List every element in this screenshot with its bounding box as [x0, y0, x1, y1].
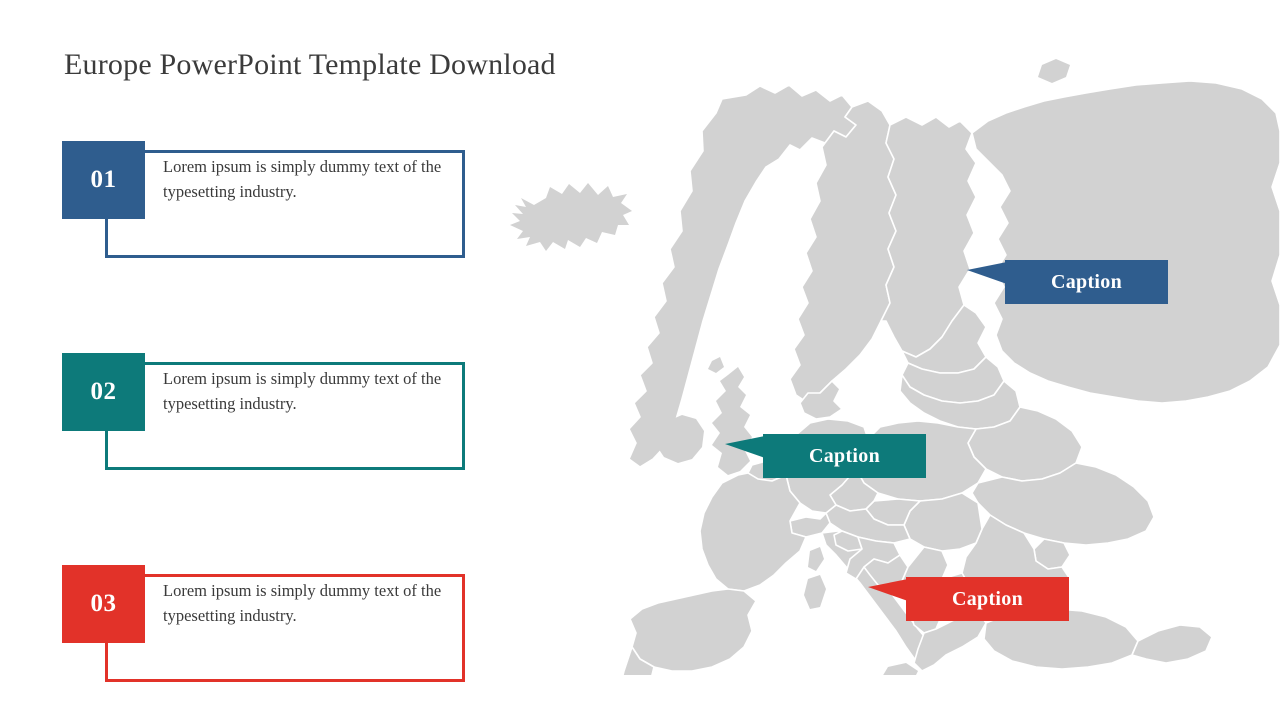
island-corsica [808, 547, 824, 571]
item-description: Lorem ipsum is simply dummy text of the … [163, 157, 442, 201]
callout-tail-teal [725, 436, 765, 458]
country-russia-northwest [971, 80, 1280, 404]
callout-box-teal: Caption [763, 434, 926, 478]
callout-tail-blue [967, 262, 1007, 284]
item-number-badge: 03 [62, 565, 145, 643]
item-number-badge: 01 [62, 141, 145, 219]
map-callout-red[interactable]: Caption [868, 577, 1069, 621]
island-svalbard [1038, 59, 1070, 83]
country-iceland [510, 183, 632, 251]
map-callout-blue[interactable]: Caption [967, 260, 1168, 304]
callout-tail-red [868, 579, 908, 601]
list-item-01[interactable]: 01 Lorem ipsum is simply dummy text of t… [0, 141, 480, 276]
country-united-kingdom [712, 367, 752, 475]
item-description: Lorem ipsum is simply dummy text of the … [163, 369, 442, 413]
callout-box-red: Caption [906, 577, 1069, 621]
page-title: Europe PowerPoint Template Download [64, 48, 556, 81]
island-hebrides [708, 357, 724, 373]
island-sardinia [804, 575, 826, 609]
callout-label: Caption [808, 444, 880, 467]
callout-label: Caption [1050, 270, 1122, 293]
country-caucasus [1131, 624, 1213, 664]
country-spain [629, 588, 757, 672]
list-item-02[interactable]: 02 Lorem ipsum is simply dummy text of t… [0, 353, 480, 488]
island-sicily [883, 663, 918, 675]
country-france [699, 472, 807, 592]
slide-canvas: Europe PowerPoint Template Download Capt… [0, 0, 1280, 720]
callout-label: Caption [951, 587, 1023, 610]
item-number-badge: 02 [62, 353, 145, 431]
item-description: Lorem ipsum is simply dummy text of the … [163, 581, 442, 625]
country-sweden [789, 100, 897, 404]
callout-box-blue: Caption [1005, 260, 1168, 304]
map-callout-teal[interactable]: Caption [725, 434, 926, 478]
list-item-03[interactable]: 03 Lorem ipsum is simply dummy text of t… [0, 565, 480, 700]
